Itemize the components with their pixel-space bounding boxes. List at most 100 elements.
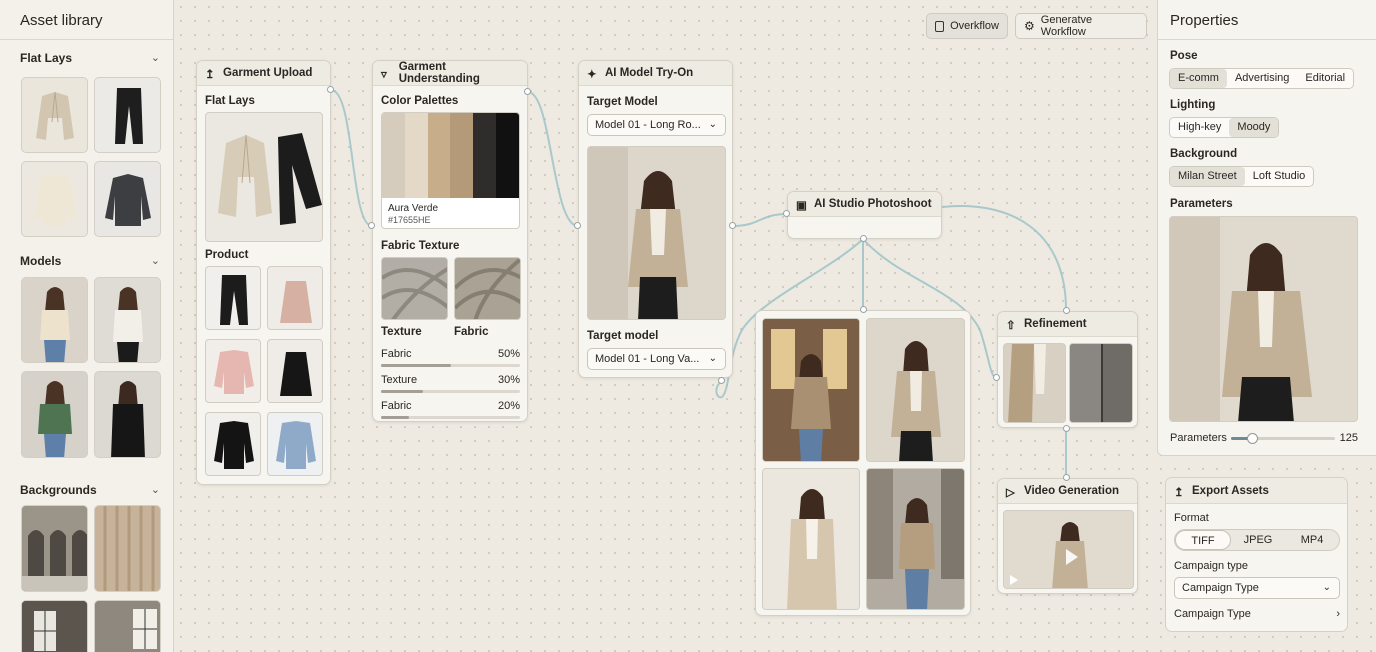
asset-library-title: Asset library (0, 0, 173, 40)
refinement-header[interactable]: ⇧ Refinement (998, 312, 1137, 337)
output-port[interactable] (327, 86, 334, 93)
result-suit[interactable] (762, 468, 860, 610)
campaign-type-row[interactable]: Campaign Type › (1174, 608, 1340, 620)
section-backgrounds[interactable]: Backgrounds ⌄ (20, 483, 160, 497)
garment-understanding-title: Garment Understanding (398, 61, 480, 85)
section-flat-lays[interactable]: Flat Lays ⌄ (20, 51, 160, 65)
campaign-type-label: Campaign type (1174, 560, 1248, 572)
photoshoot-results[interactable] (755, 310, 971, 616)
flat-lay-blazer-thumb[interactable] (21, 77, 88, 153)
flat-lay-trousers-thumb[interactable] (94, 77, 161, 153)
product-black-cami[interactable] (267, 339, 323, 403)
output-port[interactable] (524, 88, 531, 95)
video-generation-node[interactable]: ▷ Video Generation (997, 478, 1138, 594)
model-thumb-4[interactable] (94, 371, 161, 458)
input-port[interactable] (718, 377, 725, 384)
color-palette-card[interactable]: Aura Verde #17655HE (381, 112, 520, 229)
format-segmented[interactable]: TIFF JPEG MP4 (1174, 529, 1340, 551)
garment-understanding-node[interactable]: ▿ Garment Understanding Color Palettes A… (372, 60, 528, 422)
garment-upload-header[interactable]: ↥ Garment Upload (197, 61, 330, 86)
chevron-down-icon[interactable]: ⌄ (151, 483, 160, 497)
generative-workflow-button[interactable]: ⚙ Generatve Workflow (1015, 13, 1147, 39)
background-loft-thumb[interactable] (21, 600, 88, 652)
chevron-down-icon[interactable]: ⌄ (151, 254, 160, 268)
target-model-2-select[interactable]: Model 01 - Long Va... ⌄ (587, 348, 726, 370)
output-port[interactable] (860, 235, 867, 242)
format-option-jpeg[interactable]: JPEG (1231, 530, 1285, 550)
overflow-button-label: Overkflow (950, 20, 999, 32)
background-label: Background (1170, 148, 1238, 160)
input-port[interactable] (1063, 474, 1070, 481)
pose-option-advertising[interactable]: Advertising (1227, 69, 1297, 88)
lighting-option-high-key[interactable]: High-key (1170, 118, 1229, 137)
product-wrap-top[interactable] (205, 339, 261, 403)
refinement-detail-2[interactable] (1069, 343, 1133, 423)
flat-lays-label: Flat Lays (205, 95, 255, 107)
photoshoot-header[interactable]: ▣ AI Studio Photoshoot (788, 192, 941, 217)
overflow-icon (935, 20, 945, 32)
ai-studio-photoshoot-node[interactable]: ▣ AI Studio Photoshoot (787, 191, 942, 239)
overflow-button[interactable]: Overkflow (926, 13, 1008, 39)
pose-option-editorial[interactable]: Editorial (1297, 69, 1353, 88)
flat-lay-blouse-thumb[interactable] (21, 161, 88, 237)
try-on-result-image[interactable] (587, 146, 726, 320)
input-port[interactable] (1063, 307, 1070, 314)
background-arches-thumb[interactable] (21, 505, 88, 592)
input-port[interactable] (993, 374, 1000, 381)
background-option-loft[interactable]: Loft Studio (1245, 167, 1314, 186)
texture-swatch-1[interactable] (381, 257, 448, 320)
video-preview[interactable] (1003, 510, 1134, 589)
parameters-slider-handle[interactable] (1246, 433, 1258, 444)
target-model-select[interactable]: Model 01 - Long Ro... ⌄ (587, 114, 726, 136)
background-option-milan[interactable]: Milan Street (1170, 167, 1245, 186)
parameters-slider-track[interactable] (1231, 433, 1335, 444)
fabric-bar-fill (381, 390, 423, 393)
format-option-mp4[interactable]: MP4 (1285, 530, 1339, 550)
ai-model-try-on-node[interactable]: ✦ AI Model Try-On Target Model Model 01 … (578, 60, 733, 378)
product-black-shirt[interactable] (205, 412, 261, 476)
lighting-option-moody[interactable]: Moody (1229, 118, 1279, 137)
photoshoot-title: AI Studio Photoshoot (814, 198, 932, 210)
try-on-header[interactable]: ✦ AI Model Try-On (579, 61, 732, 86)
palette-swatches (382, 113, 519, 198)
video-generation-header[interactable]: ▷ Video Generation (998, 479, 1137, 504)
input-port[interactable] (783, 210, 790, 217)
background-curtain-thumb[interactable] (94, 505, 161, 592)
fabric-bar-label: Texture (381, 374, 418, 386)
refinement-node[interactable]: ⇧ Refinement (997, 311, 1138, 428)
lighting-segmented[interactable]: High-key Moody (1169, 117, 1280, 138)
pose-segmented[interactable]: E-comm Advertising Editorial (1169, 68, 1355, 89)
properties-preview-image[interactable] (1169, 216, 1358, 422)
garment-upload-node[interactable]: ↥ Garment Upload Flat Lays Product (196, 60, 331, 485)
input-port[interactable] (860, 306, 867, 313)
refinement-detail-1[interactable] (1003, 343, 1066, 423)
format-option-tiff[interactable]: TIFF (1175, 530, 1231, 550)
model-thumb-2[interactable] (94, 277, 161, 363)
result-studio[interactable] (866, 318, 965, 462)
flat-lay-preview[interactable] (205, 112, 323, 242)
result-cafe[interactable] (762, 318, 860, 462)
output-port[interactable] (1063, 425, 1070, 432)
product-camisole[interactable] (267, 266, 323, 330)
product-trousers[interactable] (205, 266, 261, 330)
input-port[interactable] (574, 222, 581, 229)
campaign-type-select[interactable]: Campaign Type ⌄ (1174, 577, 1340, 599)
chevron-down-icon[interactable]: ⌄ (151, 51, 160, 65)
garment-understanding-header[interactable]: ▿ Garment Understanding (373, 61, 527, 86)
palette-swatch (450, 113, 474, 198)
input-port[interactable] (368, 222, 375, 229)
result-street[interactable] (866, 468, 965, 610)
pose-option-ecomm[interactable]: E-comm (1170, 69, 1227, 88)
output-port[interactable] (729, 222, 736, 229)
model-thumb-1[interactable] (21, 277, 88, 363)
campaign-type-value: Campaign Type (1182, 582, 1259, 594)
fabric-bar-track (381, 416, 520, 419)
texture-swatch-2[interactable] (454, 257, 521, 320)
flat-lay-sweater-thumb[interactable] (94, 161, 161, 237)
section-models[interactable]: Models ⌄ (20, 254, 160, 268)
background-studio-thumb[interactable] (94, 600, 161, 652)
product-denim-shirt[interactable] (267, 412, 323, 476)
background-segmented[interactable]: Milan Street Loft Studio (1169, 166, 1315, 187)
model-thumb-3[interactable] (21, 371, 88, 458)
slider-label: Parameters (1170, 432, 1227, 444)
